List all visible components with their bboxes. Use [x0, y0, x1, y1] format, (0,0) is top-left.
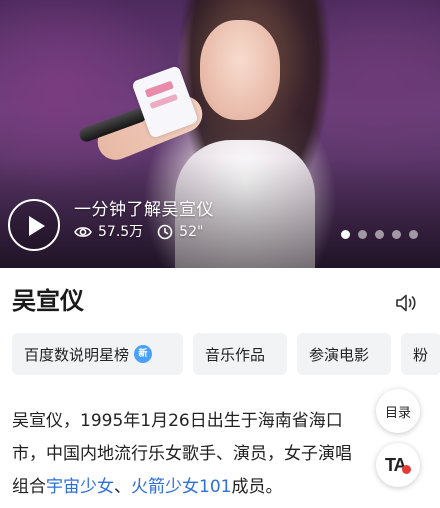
tab-fans[interactable]: 粉 — [401, 333, 440, 375]
video-duration: 52" — [179, 224, 204, 240]
speaker-icon[interactable] — [394, 292, 418, 314]
video-meta: 57.5万 52" — [74, 223, 203, 241]
tab-music-works[interactable]: 音乐作品 — [193, 333, 287, 375]
summary-text: 组合 — [12, 477, 46, 497]
entry-title: 吴宣仪 — [12, 287, 84, 315]
tab-label: 粉 — [413, 345, 429, 364]
summary-separator: 、 — [114, 477, 131, 497]
tab-label: 参演电影 — [309, 345, 370, 364]
clock-icon — [157, 224, 173, 240]
new-badge: 新 — [134, 345, 153, 363]
play-button[interactable] — [8, 199, 60, 251]
summary-line: 组合宇宙少女、火箭少女101成员。 — [12, 471, 432, 504]
summary-line: 吴宣仪，1995年1月26日出生于海南省海口 — [12, 411, 343, 431]
play-icon — [29, 216, 45, 236]
toc-label: 目录 — [384, 405, 411, 421]
entry-tabs: 百度数说明星榜 新 音乐作品 参演电影 粉 — [12, 333, 440, 375]
tab-label: 百度数说明星榜 — [24, 345, 130, 364]
view-count: 57.5万 — [98, 224, 144, 240]
carousel-dot[interactable] — [375, 230, 384, 239]
carousel-dot[interactable] — [409, 230, 418, 239]
link-cosmic-girls[interactable]: 宇宙少女 — [46, 477, 114, 497]
tab-label: 音乐作品 — [205, 345, 266, 364]
video-card[interactable]: 一分钟了解吴宣仪 57.5万 52" — [0, 0, 440, 268]
link-rocket-girls[interactable]: 火箭少女101 — [131, 477, 231, 497]
hero-image-face — [200, 20, 280, 120]
video-title: 一分钟了解吴宣仪 — [74, 200, 214, 220]
carousel-dot[interactable] — [392, 230, 401, 239]
eye-icon — [74, 227, 92, 237]
hero-shade — [0, 158, 440, 268]
tab-star-ranking[interactable]: 百度数说明星榜 新 — [12, 333, 183, 375]
summary-text: 成员。 — [231, 477, 283, 497]
carousel-indicator — [333, 230, 418, 239]
carousel-dot[interactable] — [358, 230, 367, 239]
tab-films[interactable]: 参演电影 — [297, 333, 391, 375]
red-dot-icon — [402, 465, 411, 474]
carousel-dot[interactable] — [341, 230, 350, 239]
ta-button[interactable]: TA — [376, 443, 420, 487]
entry-summary: 吴宣仪，1995年1月26日出生于海南省海口 市，中国内地流行乐女歌手、演员，女… — [12, 405, 432, 505]
summary-line: 市，中国内地流行乐女歌手、演员，女子演唱 — [12, 444, 352, 464]
table-of-contents-button[interactable]: 目录 — [376, 389, 420, 433]
